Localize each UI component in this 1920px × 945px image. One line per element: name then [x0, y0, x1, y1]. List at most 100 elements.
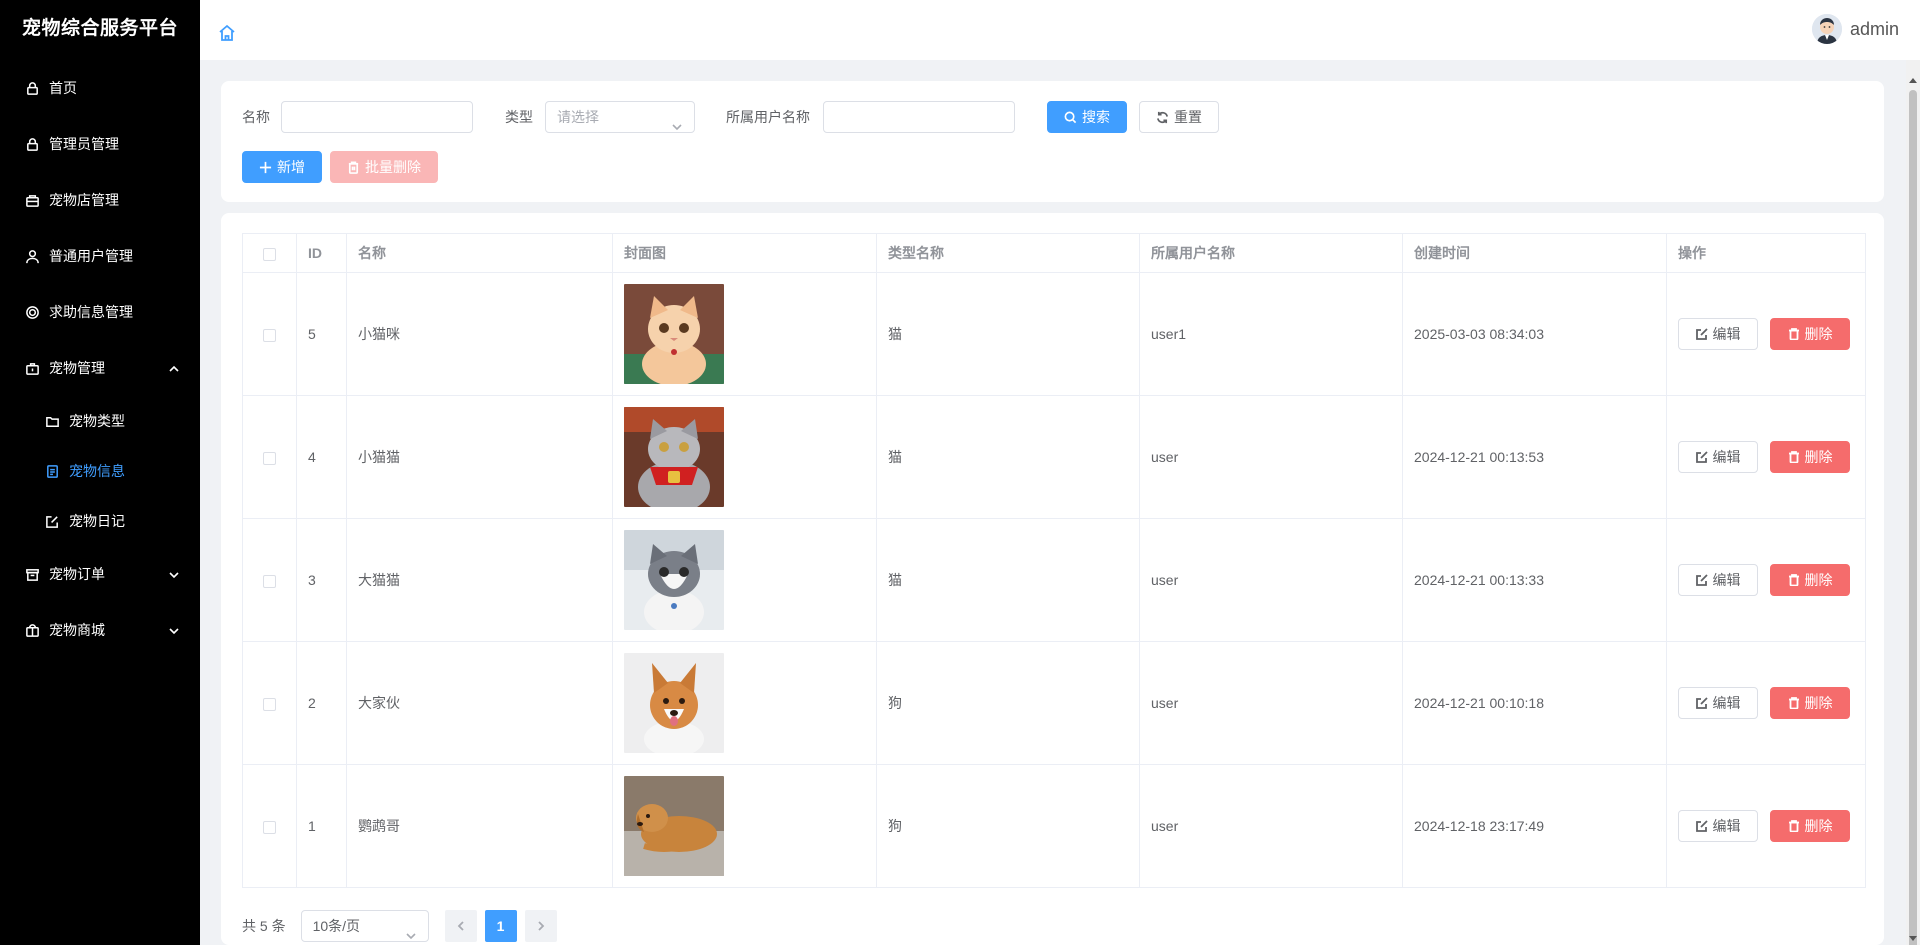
table-row: 2 大家伙 狗 user 2024-12-21 00:10:18 编辑 删除 — [242, 641, 1866, 765]
chevron-up-icon — [168, 362, 180, 374]
row-checkbox[interactable] — [263, 820, 276, 834]
prev-page-button[interactable] — [444, 910, 477, 942]
cell-owner: user — [1139, 641, 1403, 765]
sidebar-item-home[interactable]: 首页 — [0, 60, 200, 116]
cover-image-orange-cat[interactable] — [624, 284, 724, 384]
search-button[interactable]: 搜索 — [1047, 101, 1127, 133]
sidebar-item-admin[interactable]: 管理员管理 — [0, 116, 200, 172]
select-all-checkbox[interactable] — [263, 247, 276, 261]
cell-type: 猫 — [876, 272, 1140, 396]
lock-icon — [24, 80, 40, 96]
cell-cover — [612, 395, 877, 519]
batch-delete-button[interactable]: 批量删除 — [330, 151, 438, 183]
edit-button[interactable]: 编辑 — [1678, 318, 1758, 350]
brand-title: 宠物综合服务平台 — [21, 18, 178, 39]
row-select-cell — [242, 395, 297, 519]
row-checkbox[interactable] — [263, 574, 276, 588]
sidebar-item-label: 首页 — [49, 80, 77, 96]
box-icon — [24, 566, 40, 582]
cell-cover — [612, 518, 877, 642]
delete-button[interactable]: 删除 — [1770, 687, 1850, 719]
delete-button[interactable]: 删除 — [1770, 441, 1850, 473]
page-number-current[interactable]: 1 — [484, 910, 517, 942]
delete-button-label: 删除 — [1804, 818, 1833, 834]
document-icon — [44, 463, 60, 479]
cell-owner: user — [1139, 395, 1403, 519]
sidebar-item-shop[interactable]: 宠物店管理 — [0, 172, 200, 228]
sidebar-item-pet-management[interactable]: 宠物管理 — [0, 340, 200, 396]
username: admin — [1849, 18, 1899, 39]
row-checkbox[interactable] — [263, 328, 276, 342]
pagination-total: 共 5 条 — [242, 918, 286, 934]
next-page-button[interactable] — [524, 910, 557, 942]
pagination: 共 5 条 10条/页 1 — [242, 910, 565, 942]
chevron-left-icon — [457, 921, 464, 931]
cell-id: 4 — [296, 395, 347, 519]
owner-input[interactable] — [823, 101, 1015, 133]
cell-name: 鹦鹉哥 — [346, 764, 613, 888]
column-header-cover: 封面图 — [612, 233, 877, 273]
column-header-id: ID — [296, 233, 347, 273]
sidebar-subitem-pet-info[interactable]: 宠物信息 — [0, 446, 200, 496]
scroll-down-arrow[interactable] — [1909, 936, 1917, 941]
delete-button[interactable]: 删除 — [1770, 564, 1850, 596]
cover-image-golden-retriever[interactable] — [624, 776, 724, 876]
delete-button[interactable]: 删除 — [1770, 318, 1850, 350]
edit-button[interactable]: 编辑 — [1678, 810, 1758, 842]
cover-image-gray-cat-red-scarf[interactable] — [624, 407, 724, 507]
cell-id: 3 — [296, 518, 347, 642]
cell-owner: user1 — [1139, 272, 1403, 396]
name-input[interactable] — [281, 101, 473, 133]
home-icon[interactable] — [218, 24, 236, 42]
sidebar-subitem-pet-diary[interactable]: 宠物日记 — [0, 496, 200, 546]
edit-button[interactable]: 编辑 — [1678, 441, 1758, 473]
cell-id: 5 — [296, 272, 347, 396]
type-select[interactable]: 请选择 — [545, 101, 695, 133]
edit-button[interactable]: 编辑 — [1678, 687, 1758, 719]
shopping-bag-icon — [24, 622, 40, 638]
edit-icon — [1695, 574, 1708, 586]
delete-button-label: 删除 — [1804, 326, 1833, 342]
cell-created: 2024-12-21 00:13:33 — [1402, 518, 1667, 642]
sidebar-item-pet-orders[interactable]: 宠物订单 — [0, 546, 200, 602]
page-size-select[interactable]: 10条/页 — [300, 910, 429, 942]
type-label: 类型 — [505, 109, 533, 125]
cell-type: 猫 — [876, 518, 1140, 642]
sidebar-item-users[interactable]: 普通用户管理 — [0, 228, 200, 284]
row-checkbox[interactable] — [263, 451, 276, 465]
cover-image-corgi[interactable] — [624, 653, 724, 753]
edit-button[interactable]: 编辑 — [1678, 564, 1758, 596]
edit-button-label: 编辑 — [1712, 818, 1741, 834]
row-select-cell — [242, 518, 297, 642]
cover-image-gray-white-kitten[interactable] — [624, 530, 724, 630]
search-panel: 名称 类型 请选择 所属用户名称 搜索 重置 新增 批量删除 — [221, 81, 1884, 202]
scroll-thumb[interactable] — [1909, 90, 1917, 945]
scroll-up-arrow[interactable] — [1909, 78, 1917, 83]
cell-owner: user — [1139, 764, 1403, 888]
search-button-label: 搜索 — [1082, 109, 1110, 125]
cell-created: 2025-03-03 08:34:03 — [1402, 272, 1667, 396]
edit-icon — [1695, 451, 1708, 463]
folder-icon — [44, 413, 60, 429]
cell-actions: 编辑 删除 — [1666, 641, 1866, 765]
row-select-cell — [242, 272, 297, 396]
page-scrollbar[interactable] — [1906, 60, 1920, 945]
cell-name: 大猫猫 — [346, 518, 613, 642]
reset-button[interactable]: 重置 — [1139, 101, 1219, 133]
add-button[interactable]: 新增 — [242, 151, 322, 183]
cell-actions: 编辑 删除 — [1666, 518, 1866, 642]
delete-button[interactable]: 删除 — [1770, 810, 1850, 842]
user-menu[interactable]: admin — [1811, 14, 1899, 44]
table-row: 1 鹦鹉哥 狗 user 2024-12-18 23:17:49 编辑 删除 — [242, 764, 1866, 888]
sidebar-item-help[interactable]: 求助信息管理 — [0, 284, 200, 340]
search-icon — [1064, 111, 1077, 123]
sidebar-item-pet-mall[interactable]: 宠物商城 — [0, 602, 200, 658]
sidebar-subitem-pet-type[interactable]: 宠物类型 — [0, 396, 200, 446]
row-checkbox[interactable] — [263, 697, 276, 711]
trash-icon — [1788, 328, 1799, 340]
pet-info-table: ID 名称 封面图 类型名称 所属用户名称 创建时间 操作 5 小猫咪 猫 us… — [242, 233, 1866, 888]
help-icon — [24, 304, 40, 320]
cell-actions: 编辑 删除 — [1666, 272, 1866, 396]
cell-type: 狗 — [876, 641, 1140, 765]
user-icon — [24, 248, 40, 264]
